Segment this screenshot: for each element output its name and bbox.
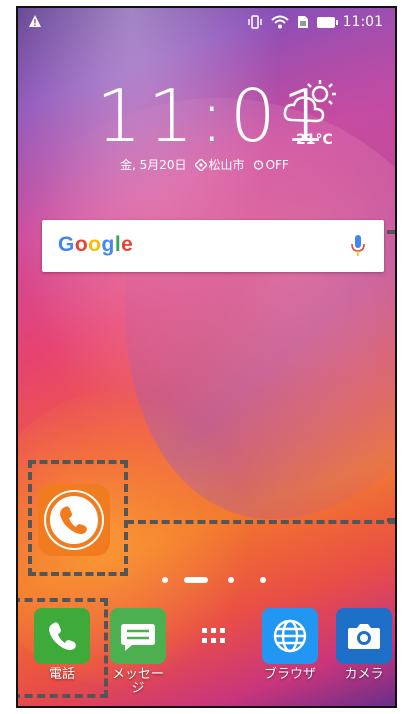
annotation-dashed-box — [126, 514, 395, 524]
dock-label: カメラ — [344, 667, 384, 682]
date-line: 金, 5月20日 松山市 OFF — [120, 156, 289, 173]
weather-widget[interactable]: 21°C — [282, 78, 342, 148]
page-dot-active[interactable] — [184, 577, 208, 583]
phone-screen: 11:01 11:01 21°C 金, 5月20日 松山市 OFF Google — [16, 6, 397, 708]
page-dot[interactable] — [260, 577, 266, 583]
google-logo: Google — [58, 233, 133, 257]
dock-app-messages[interactable]: メッセージ — [108, 608, 168, 696]
status-time: 11:01 — [342, 14, 383, 30]
dock-label: メッセージ — [111, 667, 164, 696]
globe-icon — [262, 608, 318, 664]
status-bar: 11:01 — [18, 8, 395, 38]
location-icon — [194, 158, 207, 171]
date-text: 金, 5月20日 — [120, 158, 187, 172]
google-search-bar[interactable]: Google — [42, 220, 384, 272]
sim-icon — [297, 15, 309, 29]
app-drawer-icon — [186, 608, 242, 664]
vibrate-icon — [247, 15, 263, 29]
page-dot[interactable] — [162, 577, 168, 583]
dock-app-drawer[interactable] — [184, 608, 244, 668]
temperature: 21°C — [296, 132, 333, 148]
page-indicator[interactable] — [18, 574, 395, 584]
dock-app-browser[interactable]: ブラウザ — [260, 608, 320, 682]
google-logo-letter: g — [101, 233, 115, 256]
partly-cloudy-icon — [283, 80, 336, 123]
annotation-dashed-box — [18, 598, 108, 698]
dock-label: ブラウザ — [263, 667, 316, 682]
battery-icon — [316, 16, 338, 28]
google-logo-letter: o — [74, 233, 89, 256]
location-text: 松山市 — [208, 158, 245, 172]
alarm-text: OFF — [265, 157, 289, 172]
mic-icon[interactable] — [350, 234, 366, 262]
google-logo-letter: G — [58, 233, 75, 256]
camera-icon — [336, 608, 392, 664]
alarm-status[interactable]: OFF — [253, 158, 289, 172]
warning-icon — [28, 14, 42, 32]
page-dot[interactable] — [228, 577, 234, 583]
message-icon — [110, 608, 166, 664]
google-logo-letter: o — [88, 233, 102, 256]
dock-app-camera[interactable]: カメラ — [334, 608, 394, 682]
annotation-dashed-box — [387, 230, 395, 522]
phone-orange-icon — [44, 490, 104, 550]
orange-phone-app[interactable] — [38, 484, 110, 556]
location[interactable]: 松山市 — [194, 156, 245, 173]
wifi-icon — [270, 15, 289, 29]
alarm-icon — [253, 160, 263, 170]
google-logo-letter: e — [121, 233, 134, 256]
